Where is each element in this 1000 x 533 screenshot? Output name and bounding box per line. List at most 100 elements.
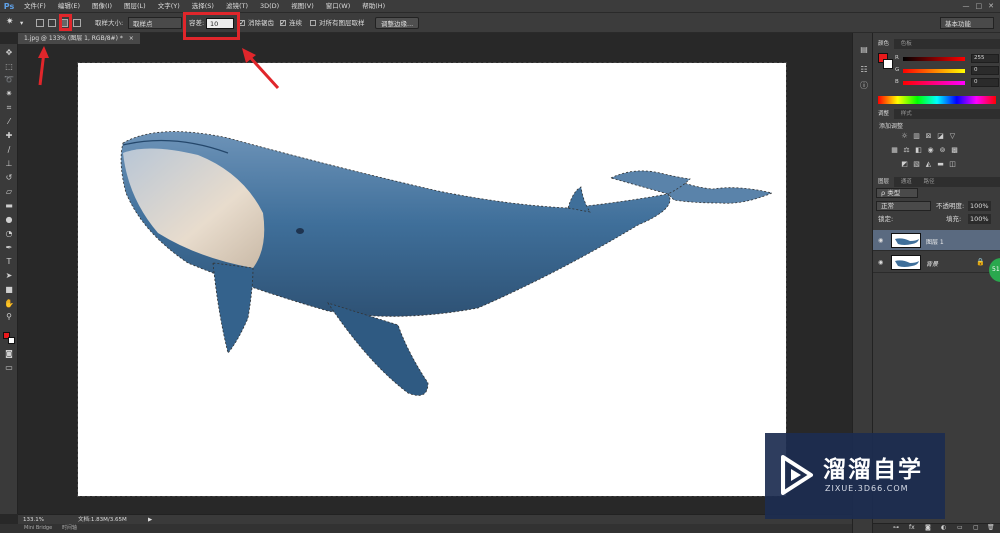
adjustments-panel-tabs: 调整 样式 [873,109,1000,119]
opacity-input[interactable]: 100% [968,201,991,211]
crop-tool-icon[interactable]: ⌗ [4,103,14,113]
color-lookup-icon[interactable]: ▩ [951,147,958,154]
color-balance-icon[interactable]: ⚖ [903,147,910,154]
shape-tool-icon[interactable]: ■ [4,285,14,295]
levels-adjust-icon[interactable]: ▥ [913,133,920,140]
panel-background-swatch[interactable] [883,59,893,69]
blur-tool-icon[interactable]: ● [4,215,14,225]
selective-color-icon[interactable]: ◫ [949,161,956,168]
red-value-input[interactable]: 255 [971,54,999,63]
window-controls: — □ ✕ [963,2,1000,10]
watermark: 溜溜自学 ZIXUE.3D66.COM [765,433,945,519]
tab-channels[interactable]: 通道 [896,177,917,187]
channel-mixer-icon[interactable]: ⊚ [939,147,946,154]
vibrance-adjust-icon[interactable]: ▽ [949,133,956,140]
fx-icon[interactable]: fx [909,524,915,531]
minimize-button[interactable]: — [963,2,970,10]
add-adjustment-title: 添加调整 [879,123,904,130]
magic-wand-tool-icon[interactable]: ✷ [4,89,14,99]
canvas-area[interactable] [18,44,852,514]
annotation-box-subtract [59,14,72,31]
color-panel-tabs: 颜色 色板 [873,39,1000,49]
hand-tool-icon[interactable]: ✋ [4,299,14,309]
lasso-tool-icon[interactable]: ➰ [4,75,14,85]
fill-input[interactable]: 100% [968,214,991,224]
mini-bridge-tab[interactable]: Mini Bridge [24,524,52,533]
brightness-adjust-icon[interactable]: ☼ [901,133,908,140]
blue-value-input[interactable]: 0 [971,78,999,87]
watermark-play-logo-icon [781,455,813,495]
layer-row[interactable]: ◉ 图层 1 [873,230,1000,251]
red-slider[interactable]: R 255 [895,54,999,63]
tab-swatches[interactable]: 色板 [896,39,917,49]
lock-label: 锁定: [878,215,894,223]
eraser-tool-icon[interactable]: ▱ [4,187,14,197]
visibility-eye-icon[interactable]: ◉ [878,259,883,266]
path-select-tool-icon[interactable]: ➤ [4,271,14,281]
tab-adjustments[interactable]: 调整 [873,109,895,119]
layer-name: 图层 1 [926,239,944,246]
layer-thumbnail [891,255,921,270]
tab-color[interactable]: 颜色 [873,39,895,49]
color-spectrum-ramp[interactable] [878,96,996,104]
green-slider[interactable]: G 0 [895,66,999,75]
zoom-tool-icon[interactable]: ⚲ [4,312,14,322]
blue-slider[interactable]: B 0 [895,78,999,87]
visibility-eye-icon[interactable]: ◉ [878,237,883,244]
tab-paths[interactable]: 路径 [919,177,940,187]
pen-tool-icon[interactable]: ✒ [4,243,14,253]
annotation-arrows [38,46,280,90]
background-color-swatch[interactable] [8,337,15,344]
fill-label: 填充: [946,215,962,223]
info-panel-icon[interactable]: ⓘ [859,81,869,91]
threshold-icon[interactable]: ◭ [925,161,932,168]
healing-tool-icon[interactable]: ✚ [4,131,14,141]
delete-layer-icon[interactable]: 🗑 [987,524,995,531]
new-fill-layer-icon[interactable]: ◐ [941,524,946,531]
move-tool-icon[interactable]: ✥ [4,48,14,58]
add-mask-icon[interactable]: ◙ [925,524,931,531]
gradient-tool-icon[interactable]: ▬ [4,201,14,211]
tab-layers[interactable]: 图层 [873,177,895,187]
eyedropper-tool-icon[interactable]: ⁄ [4,117,14,127]
layers-panel-tabs: 图层 通道 路径 [873,177,1000,187]
layer-row[interactable]: ◉ 背景 🔒 [873,252,1000,273]
posterize-icon[interactable]: ▧ [913,161,920,168]
new-group-icon[interactable]: ▭ [957,524,963,531]
close-button[interactable]: ✕ [988,2,994,10]
screen-mode-icon[interactable]: ▭ [4,363,14,373]
hue-adjust-icon[interactable]: ▦ [891,147,898,154]
marquee-tool-icon[interactable]: ⬚ [4,62,14,72]
annotation-box-tolerance [183,12,240,40]
properties-panel-icon[interactable]: ☷ [859,65,869,75]
quick-mask-icon[interactable]: ◙ [4,349,14,359]
brush-tool-icon[interactable]: ∕ [4,145,14,155]
new-layer-icon[interactable]: ▢ [973,524,979,531]
tab-styles[interactable]: 样式 [896,109,917,119]
green-value-input[interactable]: 0 [971,66,999,75]
maximize-button[interactable]: □ [976,2,983,10]
status-bar: 133.1% 文档:1.83M/3.65M ▶ [18,514,852,524]
photo-filter-icon[interactable]: ◉ [927,147,934,154]
type-tool-icon[interactable]: T [4,257,14,267]
link-layers-icon[interactable]: ⊶ [893,524,899,531]
invert-icon[interactable]: ◩ [901,161,908,168]
layers-panel-footer: ⊶ fx ◙ ◐ ▭ ▢ 🗑 [873,523,1000,533]
watermark-text-cn: 溜溜自学 [823,457,923,483]
workspace-select[interactable]: 基本功能 [940,17,994,29]
history-panel-icon[interactable]: ▤ [859,45,869,55]
opacity-label: 不透明度: [936,202,965,210]
blend-mode-select[interactable]: 正常 [876,201,931,211]
gradient-map-icon[interactable]: ▬ [937,161,944,168]
magic-wand-preset-icon[interactable]: ✷ [6,16,14,28]
layer-thumbnail [891,233,921,248]
history-brush-tool-icon[interactable]: ↺ [4,173,14,183]
timeline-tab[interactable]: 时间轴 [62,524,77,533]
dodge-tool-icon[interactable]: ◔ [4,229,14,239]
black-white-icon[interactable]: ◧ [915,147,922,154]
exposure-adjust-icon[interactable]: ◪ [937,133,944,140]
layer-filter-select[interactable]: ρ 类型 [876,188,918,198]
ps-logo: Ps [3,1,15,11]
curves-adjust-icon[interactable]: ⊠ [925,133,932,140]
stamp-tool-icon[interactable]: ⊥ [4,159,14,169]
